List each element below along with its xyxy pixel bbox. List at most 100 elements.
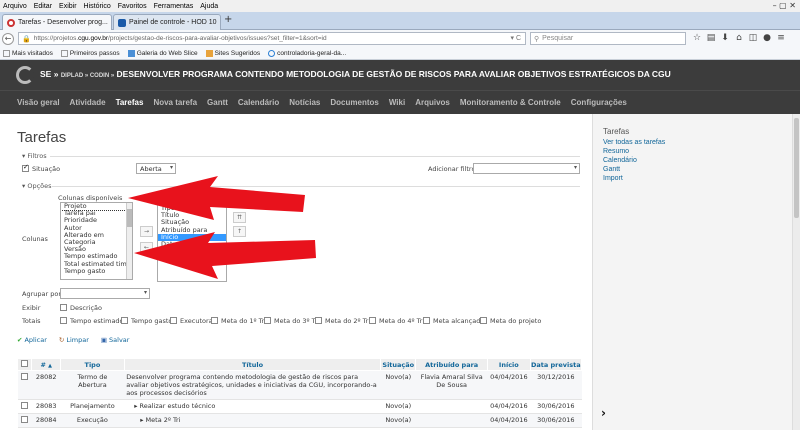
bookmark-sites-sugeridos[interactable]: Sites Sugeridos (205, 49, 260, 57)
aplicar-link[interactable]: ✔ Aplicar (17, 336, 53, 344)
bookmark-controladoria[interactable]: controladoria-geral-da... (268, 49, 346, 57)
move-up-button[interactable]: ↑ (233, 226, 246, 237)
table-row[interactable]: 28082 Termo de Abertura Desenvolver prog… (17, 370, 582, 400)
salvar-link[interactable]: ▣ Salvar (101, 336, 136, 344)
menu-ajuda[interactable]: Ajuda (200, 3, 218, 10)
total-checkbox[interactable] (121, 317, 128, 324)
issue-titulo[interactable]: Desenvolver programa contendo metodologi… (124, 370, 381, 400)
menu-arquivo[interactable]: Arquivo (3, 3, 27, 10)
agrupar-select[interactable]: ▾ (60, 288, 150, 299)
row-checkbox[interactable] (21, 402, 29, 409)
menu-nova-tarefa[interactable]: Nova tarefa (153, 98, 197, 107)
move-top-button[interactable]: ⇈ (233, 212, 246, 223)
browser-search-input[interactable]: ⚲ Pesquisar (530, 32, 686, 45)
selected-columns-list[interactable]: Tipo Título Situação Atribuído para Iníc… (157, 204, 227, 282)
browser-tab-painel[interactable]: Painel de controle - HOD 10 × (113, 14, 221, 30)
col-header-atribuido[interactable]: Atribuído para (415, 358, 489, 371)
sidebar-link-calendario[interactable]: Calendário (603, 157, 637, 164)
issue-atribuido[interactable] (415, 399, 488, 414)
total-checkbox[interactable] (264, 317, 271, 324)
scrollbar-thumb[interactable] (794, 118, 799, 218)
chat-icon[interactable]: ● (760, 33, 774, 43)
menu-gantt[interactable]: Gantt (207, 98, 228, 107)
total-checkbox[interactable] (211, 317, 218, 324)
menu-tarefas[interactable]: Tarefas (116, 98, 144, 107)
new-tab-button[interactable]: + (224, 14, 232, 25)
bookmark-galeria[interactable]: Galeria do Web Slice (127, 49, 198, 57)
move-right-button[interactable]: → (140, 226, 153, 237)
row-checkbox[interactable] (21, 373, 29, 380)
menu-visao-geral[interactable]: Visão geral (17, 98, 60, 107)
adicionar-filtro-select[interactable]: ▾ (473, 163, 580, 174)
sidebar-link-gantt[interactable]: Gantt (603, 166, 620, 173)
menu-monitoramento[interactable]: Monitoramento & Controle (460, 98, 561, 107)
bookmark-primeiros-passos[interactable]: Primeiros passos (60, 49, 120, 57)
total-checkbox[interactable] (369, 317, 376, 324)
window-controls[interactable]: – ▢ ✕ (773, 1, 796, 10)
select-all-header[interactable] (16, 358, 33, 371)
sidebar-link-import[interactable]: Import (603, 175, 623, 182)
browser-tab-tarefas[interactable]: Tarefas - Desenvolver prog... × (2, 14, 112, 30)
menu-historico[interactable]: Histórico (84, 3, 111, 10)
col-header-tipo[interactable]: Tipo (60, 358, 125, 371)
issue-atribuido[interactable] (415, 413, 488, 428)
bookmarks-icon[interactable]: ▤ (704, 33, 718, 43)
table-row[interactable]: 28084 Execução ▸ Meta 2º Tri Novo(a) 04/… (17, 413, 582, 428)
col-header-data-prevista[interactable]: Data prevista (529, 358, 583, 371)
row-checkbox[interactable] (21, 416, 29, 423)
total-checkbox[interactable] (170, 317, 177, 324)
total-checkbox[interactable] (423, 317, 430, 324)
menu-calendario[interactable]: Calendário (238, 98, 279, 107)
col-header-situacao[interactable]: Situação (380, 358, 417, 371)
situacao-operator-select[interactable]: Aberta ▾ (136, 163, 176, 174)
close-tab-icon[interactable]: × (108, 19, 111, 26)
listbox-scrollbar[interactable] (126, 203, 132, 279)
menu-favoritos[interactable]: Favoritos (118, 3, 147, 10)
reload-icon[interactable]: ▾ C (510, 34, 521, 42)
select-all-checkbox[interactable] (21, 360, 29, 367)
opcoes-toggle[interactable]: ▾ Opções (22, 182, 52, 190)
menu-configuracoes[interactable]: Configurações (571, 98, 627, 107)
col-header-inicio[interactable]: Início (487, 358, 531, 371)
column-option[interactable]: Tempo gasto (61, 267, 132, 275)
sidebar-link-ver-todas[interactable]: Ver todas as tarefas (603, 139, 665, 146)
move-left-button[interactable]: ← (140, 242, 153, 253)
situacao-checkbox[interactable] (22, 163, 29, 172)
descricao-checkbox[interactable] (60, 304, 67, 311)
menu-atividade[interactable]: Atividade (70, 98, 106, 107)
available-columns-list[interactable]: Projeto Tarefa pai Prioridade Autor Alte… (60, 202, 133, 280)
menu-arquivos[interactable]: Arquivos (415, 98, 450, 107)
total-checkbox[interactable] (315, 317, 322, 324)
bookmark-mais-visitados[interactable]: Mais visitados (3, 49, 53, 57)
total-checkbox[interactable] (60, 317, 67, 324)
back-arrow-icon[interactable]: ← (2, 32, 14, 45)
sidebar-link-resumo[interactable]: Resumo (603, 148, 629, 155)
download-icon[interactable]: ⬇ (718, 33, 732, 43)
filtros-toggle[interactable]: ▾ Filtros (22, 152, 47, 160)
menu-wiki[interactable]: Wiki (389, 98, 405, 107)
menu-noticias[interactable]: Notícias (289, 98, 320, 107)
issue-atribuido[interactable]: Flavia Amaral Silva De Sousa (415, 370, 488, 400)
hamburger-menu-icon[interactable]: ≡ (774, 33, 788, 43)
menu-editar[interactable]: Editar (34, 3, 52, 10)
column-option[interactable]: Data (158, 240, 226, 248)
home-icon[interactable]: ⌂ (732, 33, 746, 43)
table-row[interactable]: 28083 Planejamento ▸ Realizar estudo téc… (17, 399, 582, 414)
sidebar-toggle-icon[interactable]: › (601, 406, 606, 420)
issue-titulo[interactable]: ▸ Meta 2º Tri (124, 413, 381, 428)
issue-id[interactable]: 28084 (31, 413, 61, 428)
breadcrumb-se[interactable]: SE » (40, 69, 58, 79)
breadcrumb-diplad-codin[interactable]: DIPLAD » CODIN » (61, 73, 114, 79)
total-checkbox[interactable] (480, 317, 487, 324)
issue-id[interactable]: 28082 (31, 370, 61, 400)
menu-documentos[interactable]: Documentos (330, 98, 378, 107)
page-scrollbar[interactable] (792, 114, 800, 430)
menu-ferramentas[interactable]: Ferramentas (154, 3, 194, 10)
issue-titulo[interactable]: ▸ Realizar estudo técnico (124, 399, 381, 414)
close-tab-icon[interactable]: × (217, 19, 220, 26)
star-icon[interactable]: ☆ (690, 33, 704, 43)
limpar-link[interactable]: ↻ Limpar (59, 336, 95, 344)
menu-exibir[interactable]: Exibir (59, 3, 77, 10)
col-header-titulo[interactable]: Título (123, 358, 382, 371)
url-bar[interactable]: 🔒 https://projetos. cgu.gov.br/projects/g… (18, 32, 526, 45)
